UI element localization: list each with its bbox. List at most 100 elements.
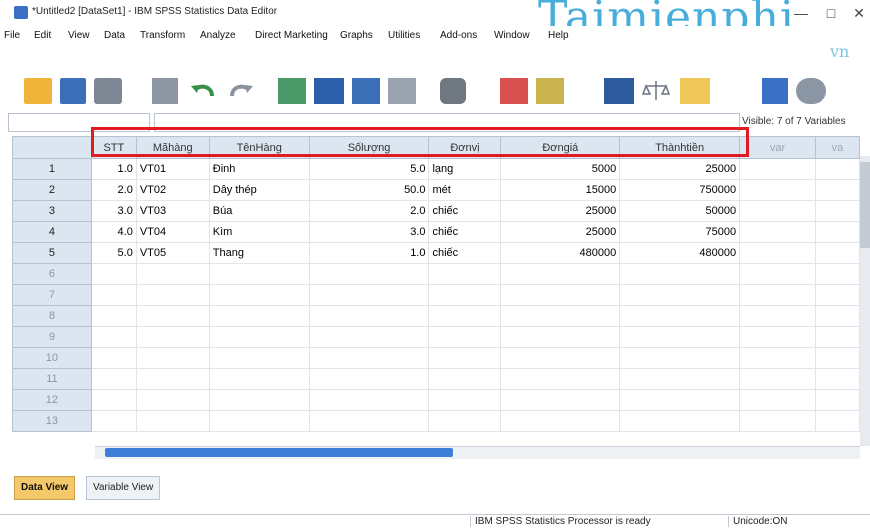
cell-soluong[interactable]: 2.0 xyxy=(308,200,430,222)
menu-transform[interactable]: Transform xyxy=(140,30,185,41)
cell-mahang[interactable]: VT04 xyxy=(135,221,210,243)
cell-mahang[interactable]: VT05 xyxy=(135,242,210,264)
close-icon[interactable]: ✕ xyxy=(846,4,870,22)
row-header[interactable]: 3 xyxy=(12,200,92,222)
cell-thanhtien[interactable]: 480000 xyxy=(619,242,741,264)
menu-utilities[interactable]: Utilities xyxy=(388,30,420,41)
row-header[interactable]: 1 xyxy=(12,158,92,180)
tab-variable-view[interactable]: Variable View xyxy=(86,476,161,500)
menu-window[interactable]: Window xyxy=(494,30,530,41)
menu-analyze[interactable]: Analyze xyxy=(200,30,236,41)
use-sets-icon[interactable] xyxy=(796,78,826,104)
dialog-recall-icon[interactable] xyxy=(152,78,178,104)
tab-data-view[interactable]: Data View xyxy=(14,476,76,500)
cell-dongia[interactable]: 25000 xyxy=(500,221,621,243)
variables-icon[interactable] xyxy=(352,78,380,104)
cell-tenhang[interactable]: Thang xyxy=(208,242,310,264)
menu-graphs[interactable]: Graphs xyxy=(340,30,373,41)
maximize-icon[interactable]: □ xyxy=(818,4,844,22)
cell-soluong[interactable]: 1.0 xyxy=(308,242,430,264)
column-header-tenhang[interactable]: TênHàng xyxy=(208,136,310,159)
cell-mahang[interactable]: VT01 xyxy=(135,158,210,180)
column-header-donvi[interactable]: Đơnvị xyxy=(428,136,502,159)
cell-dongia[interactable]: 480000 xyxy=(500,242,621,264)
vertical-scroll-thumb[interactable] xyxy=(860,162,870,248)
cell-tenhang[interactable]: Dây thép xyxy=(208,179,310,201)
column-header-soluong[interactable]: Sốlượng xyxy=(308,136,430,159)
corner-cell[interactable] xyxy=(12,136,92,159)
menu-add-ons[interactable]: Add-ons xyxy=(440,30,477,41)
go-to-variable-icon[interactable] xyxy=(314,78,344,104)
row-header[interactable]: 5 xyxy=(12,242,92,264)
cell-var[interactable] xyxy=(739,158,816,180)
cell-donvi[interactable]: mét xyxy=(428,179,502,201)
cell-donvi[interactable]: lạng xyxy=(428,158,502,180)
cell-var[interactable] xyxy=(814,179,860,201)
redo-icon[interactable] xyxy=(226,78,256,104)
insert-variable-icon[interactable] xyxy=(536,78,564,104)
row-header[interactable]: 6 xyxy=(12,263,92,285)
minimize-icon[interactable]: — xyxy=(788,4,814,22)
insert-cases-icon[interactable] xyxy=(500,78,528,104)
cell-stt[interactable]: 4.0 xyxy=(90,221,137,243)
cell-dongia[interactable]: 25000 xyxy=(500,200,621,222)
row-header[interactable]: 13 xyxy=(12,410,92,432)
cell-dongia[interactable]: 5000 xyxy=(500,158,621,180)
column-header-var[interactable]: var xyxy=(739,136,816,159)
cell-thanhtien[interactable]: 25000 xyxy=(619,158,741,180)
row-header[interactable]: 2 xyxy=(12,179,92,201)
value-labels-icon[interactable] xyxy=(762,78,788,104)
cell-var[interactable] xyxy=(814,221,860,243)
cell-var[interactable] xyxy=(739,200,816,222)
cell-donvi[interactable]: chiếc xyxy=(428,221,502,243)
menu-view[interactable]: View xyxy=(68,30,90,41)
cell-tenhang[interactable]: Kìm xyxy=(208,221,310,243)
cell-thanhtien[interactable]: 75000 xyxy=(619,221,741,243)
cell-var[interactable] xyxy=(739,179,816,201)
column-header-dongia[interactable]: Đơngiá xyxy=(500,136,621,159)
cell-mahang[interactable]: VT02 xyxy=(135,179,210,201)
cell-donvi[interactable]: chiếc xyxy=(428,200,502,222)
cell-soluong[interactable]: 3.0 xyxy=(308,221,430,243)
cell-stt[interactable]: 3.0 xyxy=(90,200,137,222)
data-grid[interactable]: STT Mãhàng TênHàng Sốlượng Đơnvị Đơngiá … xyxy=(12,136,860,446)
row-header[interactable]: 7 xyxy=(12,284,92,306)
cell-tenhang[interactable]: Búa xyxy=(208,200,310,222)
cell-var[interactable] xyxy=(739,221,816,243)
cell-stt[interactable]: 1.0 xyxy=(90,158,137,180)
split-file-icon[interactable] xyxy=(604,78,634,104)
cell-dongia[interactable]: 15000 xyxy=(500,179,621,201)
open-folder-icon[interactable] xyxy=(24,78,52,104)
cell-soluong[interactable]: 5.0 xyxy=(308,158,430,180)
cell-reference-field[interactable] xyxy=(8,113,150,132)
cell-thanhtien[interactable]: 750000 xyxy=(619,179,741,201)
cell-var[interactable] xyxy=(814,158,860,180)
column-header-stt[interactable]: STT xyxy=(90,136,137,159)
menu-data[interactable]: Data xyxy=(104,30,125,41)
column-header-var-2[interactable]: va xyxy=(814,136,860,159)
menu-direct-marketing[interactable]: Direct Marketing xyxy=(255,30,328,41)
row-header[interactable]: 12 xyxy=(12,389,92,411)
cell-mahang[interactable]: VT03 xyxy=(135,200,210,222)
undo-icon[interactable] xyxy=(188,78,218,104)
cell-thanhtien[interactable]: 50000 xyxy=(619,200,741,222)
column-header-mahang[interactable]: Mãhàng xyxy=(135,136,210,159)
cell-var[interactable] xyxy=(814,242,860,264)
cell-stt[interactable]: 2.0 xyxy=(90,179,137,201)
row-header[interactable]: 8 xyxy=(12,305,92,327)
select-cases-icon[interactable] xyxy=(680,78,710,104)
cell-value-field[interactable] xyxy=(154,113,740,132)
cell-donvi[interactable]: chiếc xyxy=(428,242,502,264)
go-to-case-icon[interactable] xyxy=(278,78,306,104)
cell-stt[interactable]: 5.0 xyxy=(90,242,137,264)
horizontal-scroll-thumb[interactable] xyxy=(105,448,453,457)
cell-tenhang[interactable]: Đinh xyxy=(208,158,310,180)
row-header[interactable]: 10 xyxy=(12,347,92,369)
menu-help[interactable]: Help xyxy=(548,30,569,41)
menu-edit[interactable]: Edit xyxy=(34,30,51,41)
cell-soluong[interactable]: 50.0 xyxy=(308,179,430,201)
weight-cases-icon[interactable] xyxy=(641,78,671,104)
run-descriptive-icon[interactable] xyxy=(388,78,416,104)
row-header[interactable]: 9 xyxy=(12,326,92,348)
cell-var[interactable] xyxy=(814,200,860,222)
